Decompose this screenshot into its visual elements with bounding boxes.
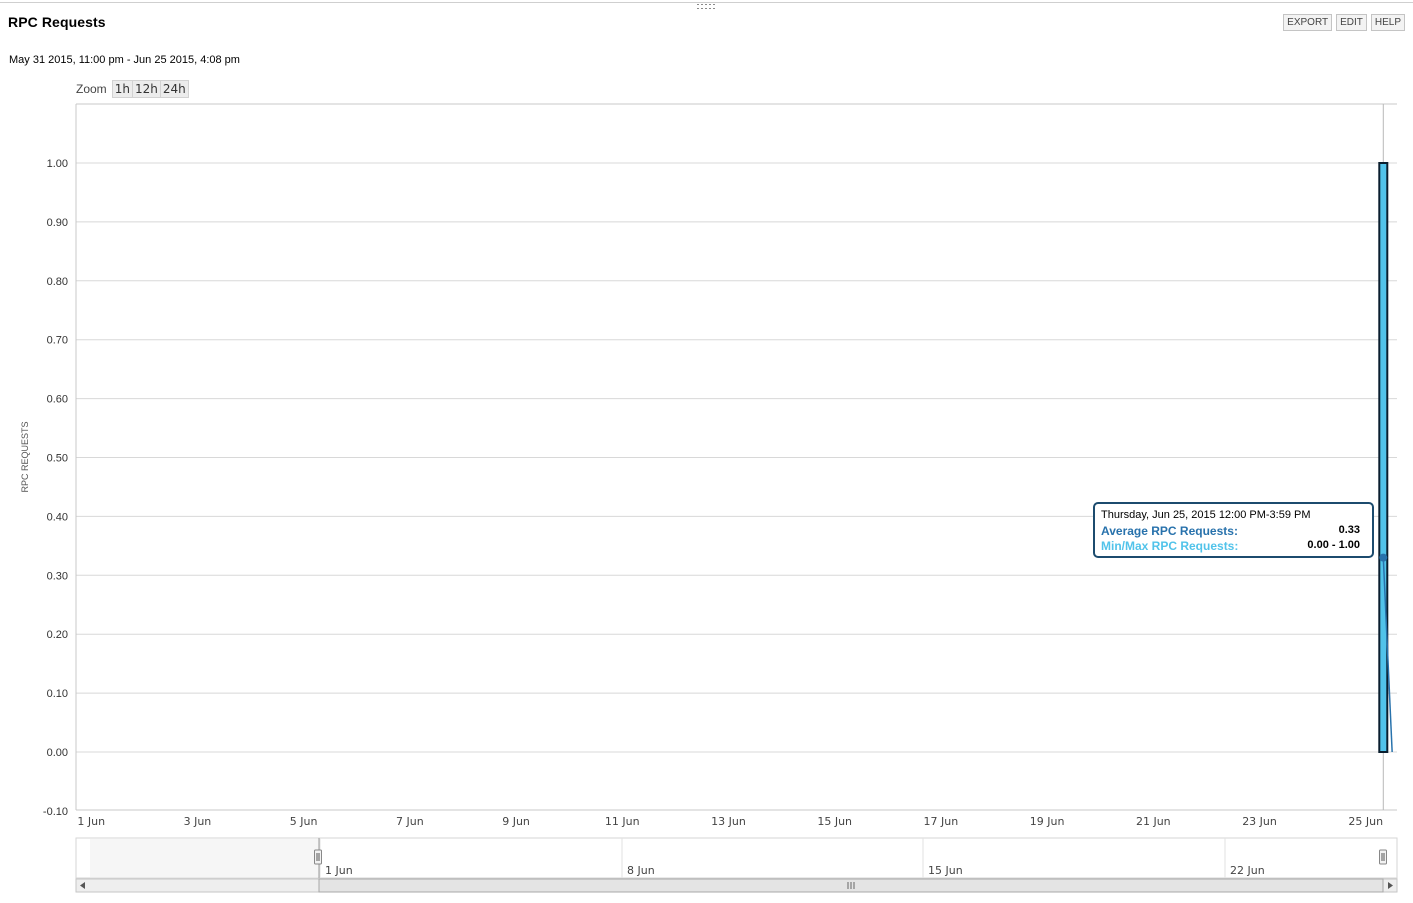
x-tick-label: 21 Jun bbox=[1136, 815, 1171, 828]
handle-body bbox=[314, 849, 322, 865]
tooltip-row-minmax: Min/Max RPC Requests: 0.00 - 1.00 bbox=[1101, 539, 1366, 554]
x-tick-label: 3 Jun bbox=[184, 815, 212, 828]
x-tick-label: 5 Jun bbox=[290, 815, 318, 828]
navigator-masked-area bbox=[90, 839, 319, 877]
y-tick-label: 0.00 bbox=[47, 747, 68, 759]
chart-tooltip: Thursday, Jun 25, 2015 12:00 PM-3:59 PM … bbox=[1093, 502, 1374, 558]
y-tick-label: 0.30 bbox=[47, 570, 68, 582]
y-tick-label: 0.70 bbox=[47, 335, 68, 347]
tooltip-minmax-value: 0.00 - 1.00 bbox=[1307, 539, 1360, 551]
x-tick-label: 23 Jun bbox=[1242, 815, 1277, 828]
tooltip-title: Thursday, Jun 25, 2015 12:00 PM-3:59 PM bbox=[1101, 509, 1311, 521]
y-axis-label: RPC REQUESTS bbox=[20, 421, 30, 492]
navigator-tick-label: 15 Jun bbox=[928, 864, 963, 877]
x-tick-label: 19 Jun bbox=[1030, 815, 1065, 828]
average-point bbox=[1379, 553, 1388, 562]
navigator-scrollbar[interactable] bbox=[75, 878, 1398, 893]
tooltip-average-value: 0.33 bbox=[1338, 524, 1360, 536]
tooltip-minmax-label: Min/Max RPC Requests: bbox=[1101, 539, 1239, 553]
y-tick-label: 0.60 bbox=[47, 394, 68, 406]
handle-body bbox=[1379, 849, 1387, 865]
y-tick-label: 0.20 bbox=[47, 629, 68, 641]
y-tick-label: -0.10 bbox=[43, 806, 68, 818]
x-tick-label: 1 Jun bbox=[77, 815, 105, 828]
y-tick-label: 0.40 bbox=[47, 511, 68, 523]
tooltip-row-average: Average RPC Requests: 0.33 bbox=[1101, 524, 1366, 539]
navigator-tick-label: 22 Jun bbox=[1230, 864, 1265, 877]
navigator-left-handle[interactable] bbox=[314, 849, 322, 865]
minmax-range-bar bbox=[1378, 162, 1389, 753]
navigator-right-handle[interactable] bbox=[1379, 849, 1387, 865]
rpc-requests-chart: 1.00 0.90 0.80 0.70 0.60 0.50 0.40 0.30 0.20 0.10… bbox=[20, 103, 1398, 893]
x-tick-label: 7 Jun bbox=[396, 815, 424, 828]
x-tick-label: 13 Jun bbox=[711, 815, 746, 828]
y-tick-label: 0.80 bbox=[47, 276, 68, 288]
tooltip-average-label: Average RPC Requests: bbox=[1101, 524, 1238, 538]
x-tick-label: 9 Jun bbox=[502, 815, 530, 828]
y-tick-label: 1.00 bbox=[47, 158, 68, 170]
x-tick-label: 17 Jun bbox=[924, 815, 959, 828]
navigator-tick-label: 8 Jun bbox=[627, 864, 655, 877]
y-tick-label: 0.50 bbox=[47, 453, 68, 465]
x-tick-label: 11 Jun bbox=[605, 815, 640, 828]
navigator-tick-label: 1 Jun bbox=[325, 864, 353, 877]
x-tick-label: 25 Jun bbox=[1348, 815, 1383, 828]
y-tick-label: 0.90 bbox=[47, 217, 68, 229]
x-tick-label: 15 Jun bbox=[817, 815, 852, 828]
y-tick-label: 0.10 bbox=[47, 688, 68, 700]
